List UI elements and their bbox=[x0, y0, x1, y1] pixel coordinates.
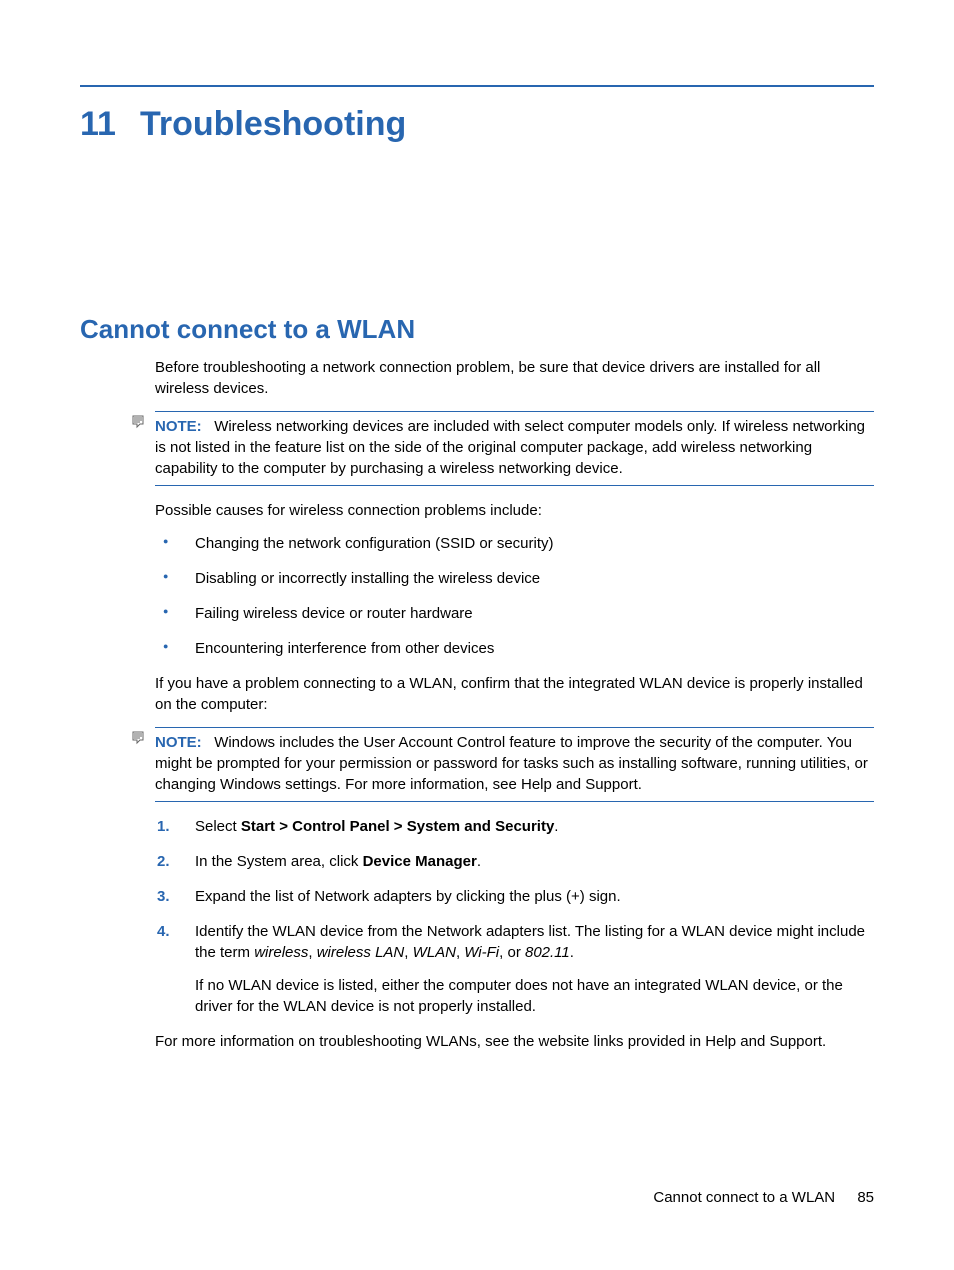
note-box: NOTE: Windows includes the User Account … bbox=[155, 727, 874, 802]
footer-page-number: 85 bbox=[857, 1189, 874, 1206]
list-item: Failing wireless device or router hardwa… bbox=[155, 603, 874, 624]
step-item: 4. Identify the WLAN device from the Net… bbox=[155, 921, 874, 1017]
note-icon bbox=[131, 414, 147, 436]
causes-list: Changing the network configuration (SSID… bbox=[155, 533, 874, 659]
step-number: 1. bbox=[157, 816, 170, 837]
step-item: 2. In the System area, click Device Mana… bbox=[155, 851, 874, 872]
chapter-heading: 11 Troubleshooting bbox=[80, 105, 874, 144]
step-number: 3. bbox=[157, 886, 170, 907]
intro-paragraph: Before troubleshooting a network connect… bbox=[155, 357, 874, 399]
steps-list: 1. Select Start > Control Panel > System… bbox=[155, 816, 874, 1017]
causes-intro: Possible causes for wireless connection … bbox=[155, 500, 874, 521]
list-item: Changing the network configuration (SSID… bbox=[155, 533, 874, 554]
note-label: NOTE: bbox=[155, 418, 202, 435]
step-item: 1. Select Start > Control Panel > System… bbox=[155, 816, 874, 837]
confirm-paragraph: If you have a problem connecting to a WL… bbox=[155, 673, 874, 715]
note-text: Windows includes the User Account Contro… bbox=[155, 734, 868, 793]
list-item: Encountering interference from other dev… bbox=[155, 638, 874, 659]
chapter-number: 11 bbox=[80, 105, 116, 143]
list-item: Disabling or incorrectly installing the … bbox=[155, 568, 874, 589]
note-label: NOTE: bbox=[155, 734, 202, 751]
section-heading: Cannot connect to a WLAN bbox=[80, 314, 874, 345]
step-number: 4. bbox=[157, 921, 170, 942]
closing-paragraph: For more information on troubleshooting … bbox=[155, 1031, 874, 1052]
step-item: 3. Expand the list of Network adapters b… bbox=[155, 886, 874, 907]
note-text: Wireless networking devices are included… bbox=[155, 418, 865, 477]
note-icon bbox=[131, 730, 147, 752]
footer-section-title: Cannot connect to a WLAN bbox=[653, 1189, 835, 1206]
page-footer: Cannot connect to a WLAN 85 bbox=[653, 1189, 874, 1206]
chapter-title-text: Troubleshooting bbox=[140, 105, 406, 143]
step-number: 2. bbox=[157, 851, 170, 872]
step-substep: If no WLAN device is listed, either the … bbox=[195, 975, 874, 1017]
note-box: NOTE: Wireless networking devices are in… bbox=[155, 411, 874, 486]
